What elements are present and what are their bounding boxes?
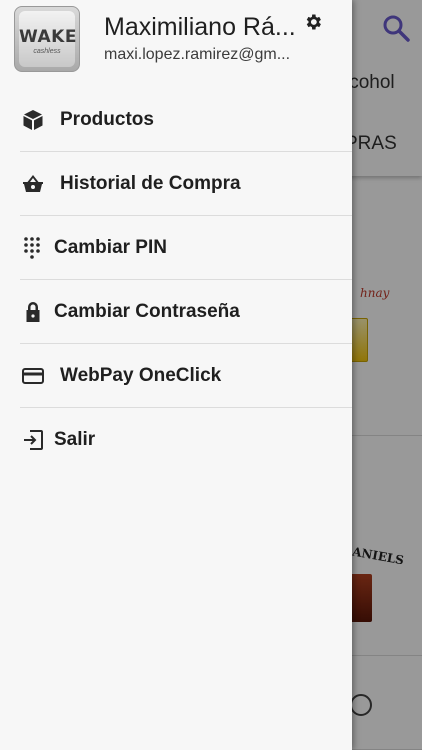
app-logo: WAKE cashless xyxy=(14,6,80,72)
logo-text: WAKE xyxy=(19,27,77,47)
user-name: Maximiliano Rá... xyxy=(104,13,296,41)
basket-icon xyxy=(20,171,46,197)
menu-item-label: Productos xyxy=(60,108,154,130)
menu-item-webpay[interactable]: WebPay OneClick xyxy=(20,344,352,408)
menu-item-salir[interactable]: Salir xyxy=(20,408,352,472)
credit-card-icon xyxy=(20,363,46,389)
logout-icon xyxy=(20,427,46,453)
lock-icon xyxy=(20,299,46,325)
user-email: maxi.lopez.ramirez@gm... xyxy=(104,46,291,63)
logo-tagline: cashless xyxy=(33,48,61,55)
menu-item-cambiar-contrasena[interactable]: Cambiar Contraseña xyxy=(20,280,352,344)
menu-item-label: Cambiar Contraseña xyxy=(54,300,240,322)
box-icon xyxy=(20,107,46,133)
navigation-drawer: WAKE cashless Maximiliano Rá... maxi.lop… xyxy=(0,0,352,750)
menu-item-label: Historial de Compra xyxy=(60,172,241,194)
gear-icon[interactable] xyxy=(303,12,323,32)
drawer-header: WAKE cashless Maximiliano Rá... maxi.lop… xyxy=(0,0,352,84)
menu-item-cambiar-pin[interactable]: Cambiar PIN xyxy=(20,216,352,280)
menu-item-historial[interactable]: Historial de Compra xyxy=(20,152,352,216)
dialpad-icon xyxy=(20,235,46,261)
drawer-menu: Productos Historial de Compra Cambiar PI… xyxy=(0,88,352,472)
menu-item-productos[interactable]: Productos xyxy=(20,88,352,152)
menu-item-label: Salir xyxy=(54,429,96,450)
menu-item-label: Cambiar PIN xyxy=(54,236,167,258)
menu-item-label: WebPay OneClick xyxy=(60,364,222,386)
